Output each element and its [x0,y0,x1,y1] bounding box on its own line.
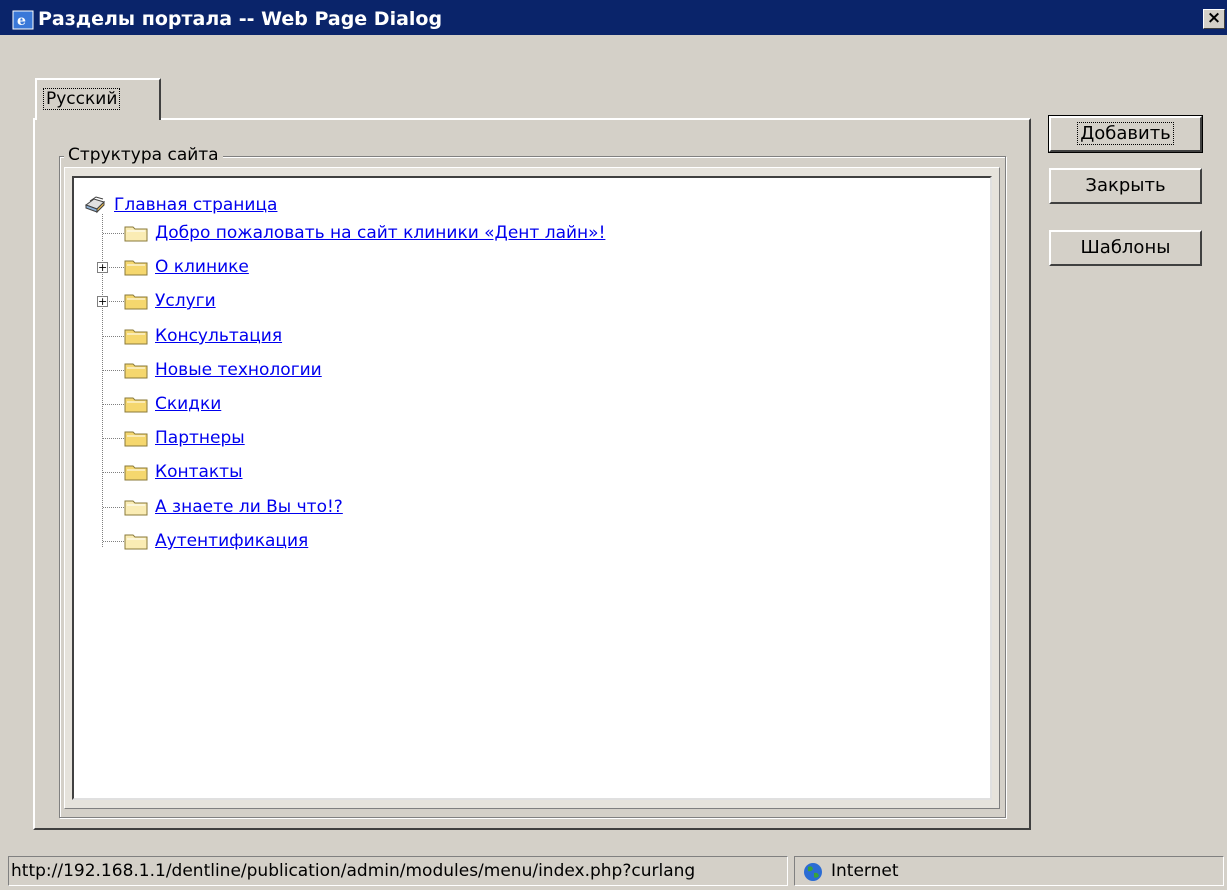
books-icon [84,196,105,214]
tree-item: А знаете ли Вы что!? [124,494,343,520]
tree-link[interactable]: Добро пожаловать на сайт клиники «Дент л… [155,223,605,243]
tree-item: Новые технологии [124,357,322,383]
folder-icon [124,363,148,379]
tree-link[interactable]: Скидки [155,394,221,414]
globe-icon [804,863,822,881]
tree-item: Скидки [124,391,221,417]
ie-icon: e [12,10,34,30]
tree-connector [103,541,124,542]
tab-russian[interactable]: Русский [35,78,161,120]
tree-link[interactable]: А знаете ли Вы что!? [155,497,343,517]
tree-connector [103,507,124,508]
tree-item: Контакты [124,459,243,485]
svg-text:e: e [17,13,26,29]
tree-connector [103,233,124,234]
add-button[interactable]: Добавить [1048,115,1203,153]
expand-icon[interactable]: + [97,296,108,307]
tree-connector [103,370,124,371]
tree-connector [103,438,124,439]
folder-icon [124,534,148,550]
close-window-button[interactable]: × [1203,9,1225,29]
tree-item: Аутентификация [124,528,308,554]
status-bar: http://192.168.1.1/dentline/publication/… [0,854,1227,890]
close-button[interactable]: Закрыть [1049,168,1202,204]
folder-icon [124,294,148,310]
tree-item: О клинике [124,254,249,280]
tree-connector [103,404,124,405]
tree-connector [103,336,124,337]
tree-link[interactable]: Контакты [155,462,243,482]
tree-link-root[interactable]: Главная страница [114,195,277,215]
zone-label: Internet [831,861,899,881]
add-button-label: Добавить [1077,122,1174,145]
security-zone: Internet [794,856,1224,886]
fieldset-legend: Структура сайта [64,143,223,167]
tree-root: Главная страница [84,192,277,218]
folder-icon [124,260,148,276]
tree-item: Добро пожаловать на сайт клиники «Дент л… [124,220,605,246]
folder-icon [124,465,148,481]
folder-icon [124,397,148,413]
tree-item: Консультация [124,323,282,349]
folder-icon [124,500,148,516]
tree-item: Партнеры [124,425,245,451]
folder-icon [124,431,148,447]
tree-link[interactable]: Партнеры [155,428,245,448]
status-url: http://192.168.1.1/dentline/publication/… [8,856,788,886]
title-bar: e Разделы портала -- Web Page Dialog × [0,0,1227,37]
templates-button[interactable]: Шаблоны [1049,230,1202,266]
tab-label: Русский [43,88,121,110]
tree-link[interactable]: О клинике [155,257,249,277]
folder-icon [124,329,148,345]
window-title: Разделы портала -- Web Page Dialog [38,8,443,30]
tree-link[interactable]: Консультация [155,326,282,346]
folder-icon [124,226,148,242]
tree-connector [103,472,124,473]
tree-item: Услуги [124,288,216,314]
tree-link[interactable]: Услуги [155,291,216,311]
tree-link[interactable]: Новые технологии [155,360,322,380]
expand-icon[interactable]: + [97,262,108,273]
tree-link[interactable]: Аутентификация [155,531,308,551]
